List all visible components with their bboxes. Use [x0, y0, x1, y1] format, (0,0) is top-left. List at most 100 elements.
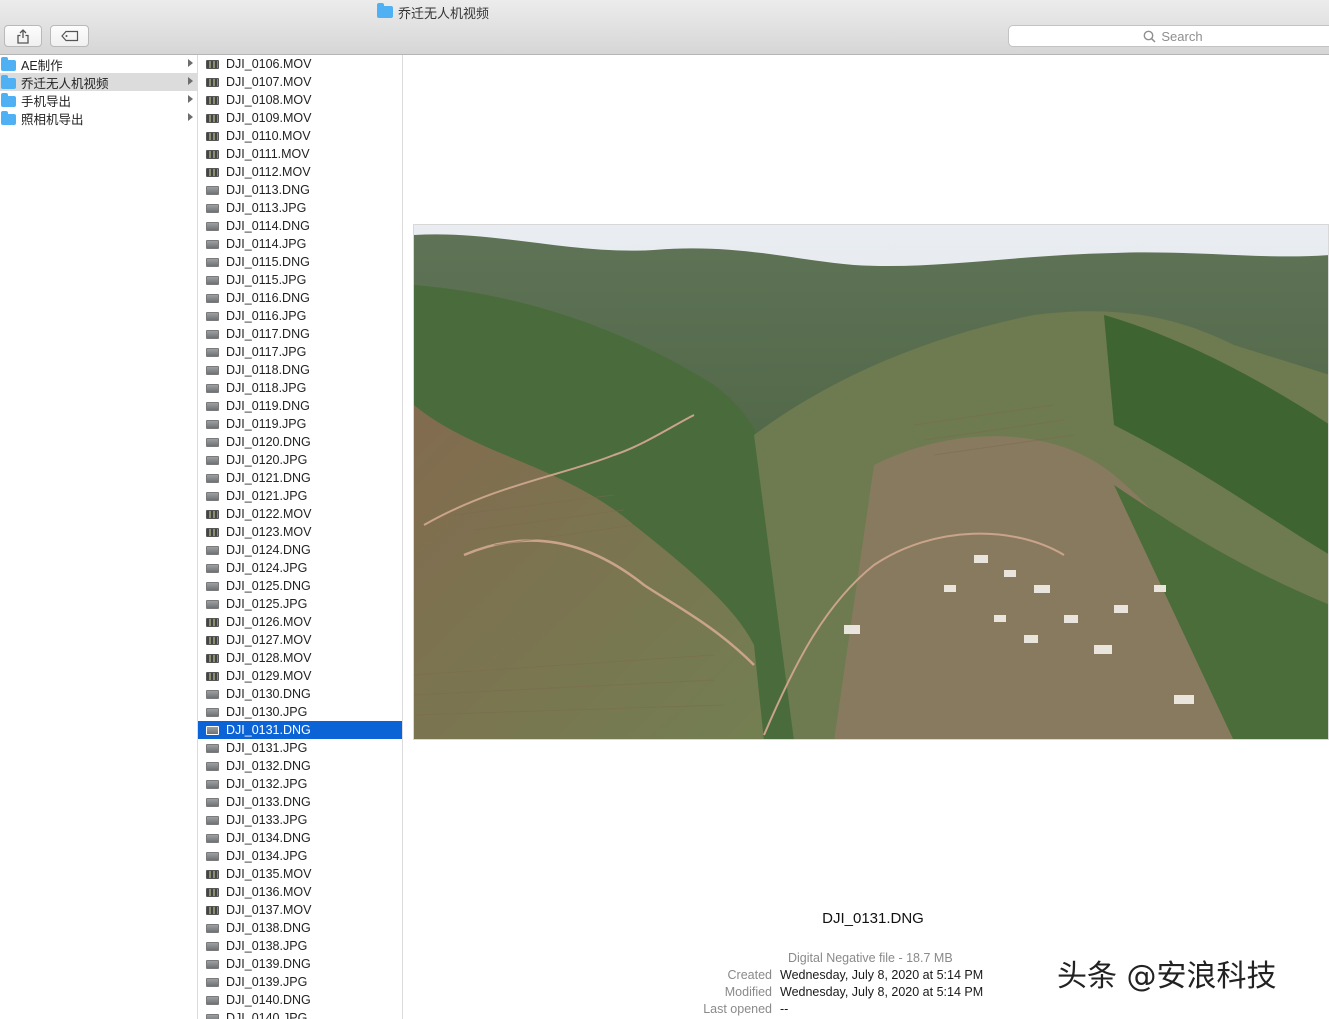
video-file-icon: [206, 671, 219, 681]
meta-last-opened-value: --: [780, 1002, 789, 1016]
file-row[interactable]: DJI_0111.MOV: [198, 145, 402, 163]
image-file-icon: [206, 419, 219, 429]
file-row[interactable]: DJI_0115.JPG: [198, 271, 402, 289]
image-file-icon: [206, 203, 219, 213]
image-file-icon: [206, 239, 219, 249]
sidebar-item-label: 乔迁无人机视频: [21, 76, 109, 91]
file-row[interactable]: DJI_0118.DNG: [198, 361, 402, 379]
search-field[interactable]: Search: [1008, 25, 1329, 47]
file-name-label: DJI_0136.MOV: [226, 885, 312, 899]
folder-icon: [1, 75, 16, 89]
meta-modified-row: Modified Wednesday, July 8, 2020 at 5:14…: [403, 985, 983, 1002]
file-row[interactable]: DJI_0121.JPG: [198, 487, 402, 505]
sidebar-item-phone-export[interactable]: 手机导出: [0, 91, 197, 109]
file-row[interactable]: DJI_0107.MOV: [198, 73, 402, 91]
chevron-right-icon: [188, 59, 193, 67]
file-row[interactable]: DJI_0114.DNG: [198, 217, 402, 235]
file-name-label: DJI_0129.MOV: [226, 669, 312, 683]
file-row[interactable]: DJI_0106.MOV: [198, 55, 402, 73]
file-row[interactable]: DJI_0119.DNG: [198, 397, 402, 415]
file-row[interactable]: DJI_0117.JPG: [198, 343, 402, 361]
chevron-right-icon: [188, 95, 193, 103]
file-row[interactable]: DJI_0138.DNG: [198, 919, 402, 937]
file-row[interactable]: DJI_0138.JPG: [198, 937, 402, 955]
file-row[interactable]: DJI_0110.MOV: [198, 127, 402, 145]
file-row[interactable]: DJI_0122.MOV: [198, 505, 402, 523]
image-file-icon: [206, 455, 219, 465]
file-row[interactable]: DJI_0113.DNG: [198, 181, 402, 199]
file-row[interactable]: DJI_0127.MOV: [198, 631, 402, 649]
file-row[interactable]: DJI_0126.MOV: [198, 613, 402, 631]
file-row[interactable]: DJI_0139.JPG: [198, 973, 402, 991]
file-row[interactable]: DJI_0124.DNG: [198, 541, 402, 559]
file-row[interactable]: DJI_0120.DNG: [198, 433, 402, 451]
file-row[interactable]: DJI_0119.JPG: [198, 415, 402, 433]
file-row[interactable]: DJI_0109.MOV: [198, 109, 402, 127]
file-row[interactable]: DJI_0132.JPG: [198, 775, 402, 793]
meta-created-row: Created Wednesday, July 8, 2020 at 5:14 …: [403, 968, 984, 985]
file-row[interactable]: DJI_0130.JPG: [198, 703, 402, 721]
file-row[interactable]: DJI_0123.MOV: [198, 523, 402, 541]
file-row[interactable]: DJI_0117.DNG: [198, 325, 402, 343]
file-row[interactable]: DJI_0128.MOV: [198, 649, 402, 667]
file-row[interactable]: DJI_0112.MOV: [198, 163, 402, 181]
file-row[interactable]: DJI_0124.JPG: [198, 559, 402, 577]
image-file-icon: [206, 491, 219, 501]
file-row[interactable]: DJI_0130.DNG: [198, 685, 402, 703]
file-row[interactable]: DJI_0125.JPG: [198, 595, 402, 613]
file-row[interactable]: DJI_0136.MOV: [198, 883, 402, 901]
image-file-icon: [206, 1013, 219, 1019]
image-file-icon: [206, 797, 219, 807]
file-row[interactable]: DJI_0115.DNG: [198, 253, 402, 271]
image-file-icon: [206, 473, 219, 483]
window-title: 乔迁无人机视频: [377, 3, 489, 21]
tag-button[interactable]: [50, 25, 89, 47]
image-file-icon: [206, 779, 219, 789]
file-row[interactable]: DJI_0118.JPG: [198, 379, 402, 397]
video-file-icon: [206, 653, 219, 663]
sidebar-item-ae[interactable]: AE制作: [0, 55, 197, 73]
sidebar-item-drone-video[interactable]: 乔迁无人机视频: [0, 73, 197, 91]
file-name-label: DJI_0115.JPG: [226, 273, 307, 287]
file-row[interactable]: DJI_0114.JPG: [198, 235, 402, 253]
image-file-icon: [206, 185, 219, 195]
file-row[interactable]: DJI_0134.JPG: [198, 847, 402, 865]
file-row[interactable]: DJI_0121.DNG: [198, 469, 402, 487]
image-file-icon: [206, 347, 219, 357]
folder-icon: [1, 57, 16, 71]
sidebar-column[interactable]: AE制作 乔迁无人机视频 手机导出 照相机导出: [0, 55, 198, 1019]
image-file-icon: [206, 743, 219, 753]
file-row[interactable]: DJI_0139.DNG: [198, 955, 402, 973]
image-file-icon: [206, 977, 219, 987]
sidebar-item-camera-export[interactable]: 照相机导出: [0, 109, 197, 127]
image-file-icon: [206, 725, 219, 735]
meta-modified-label: Modified: [724, 985, 772, 999]
file-name-label: DJI_0124.JPG: [226, 561, 308, 575]
file-row[interactable]: DJI_0137.MOV: [198, 901, 402, 919]
file-row[interactable]: DJI_0140.JPG: [198, 1009, 402, 1019]
file-row[interactable]: DJI_0116.JPG: [198, 307, 402, 325]
file-row[interactable]: DJI_0132.DNG: [198, 757, 402, 775]
file-row[interactable]: DJI_0125.DNG: [198, 577, 402, 595]
file-row[interactable]: DJI_0140.DNG: [198, 991, 402, 1009]
file-name-label: DJI_0138.DNG: [226, 921, 311, 935]
file-row[interactable]: DJI_0131.DNG: [198, 721, 402, 739]
video-file-icon: [206, 167, 219, 177]
file-row[interactable]: DJI_0129.MOV: [198, 667, 402, 685]
file-row[interactable]: DJI_0108.MOV: [198, 91, 402, 109]
share-button[interactable]: [4, 25, 42, 47]
file-name-label: DJI_0130.JPG: [226, 705, 308, 719]
file-row[interactable]: DJI_0133.JPG: [198, 811, 402, 829]
file-name-label: DJI_0123.MOV: [226, 525, 312, 539]
file-row[interactable]: DJI_0116.DNG: [198, 289, 402, 307]
file-list-column[interactable]: DJI_0106.MOV DJI_0107.MOV DJI_0108.MOV DJI_…: [198, 55, 403, 1019]
file-name-label: DJI_0114.JPG: [226, 237, 307, 251]
file-row[interactable]: DJI_0134.DNG: [198, 829, 402, 847]
file-row[interactable]: DJI_0133.DNG: [198, 793, 402, 811]
image-file-icon: [206, 311, 219, 321]
file-row[interactable]: DJI_0113.JPG: [198, 199, 402, 217]
file-row[interactable]: DJI_0131.JPG: [198, 739, 402, 757]
file-row[interactable]: DJI_0135.MOV: [198, 865, 402, 883]
image-file-icon: [206, 563, 219, 573]
file-row[interactable]: DJI_0120.JPG: [198, 451, 402, 469]
